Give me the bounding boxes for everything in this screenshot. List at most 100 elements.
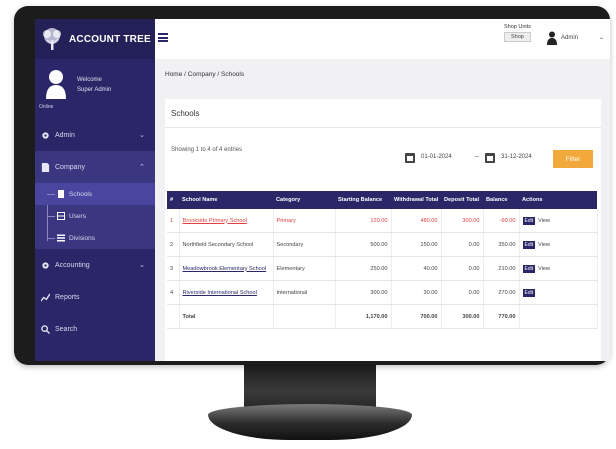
row-balance: 210.00 (483, 256, 520, 281)
sidebar-subitem-schools[interactable]: Schools (35, 183, 155, 205)
edit-button[interactable]: Edit (522, 264, 536, 273)
row-deposit-total: 0.00 (441, 280, 484, 305)
company-submenu: Schools Users Divisions (35, 183, 155, 249)
view-link[interactable]: View (538, 266, 550, 272)
brand-title: ACCOUNT TREE (69, 33, 151, 45)
row-deposit-total: 0.00 (441, 256, 484, 281)
total-label: Total (179, 304, 274, 329)
view-link[interactable]: View (538, 218, 550, 224)
table-row: 3 Meadowbrook Elementary School Elementa… (167, 256, 598, 281)
column-header[interactable]: Category (273, 191, 335, 209)
tree-logo-icon (43, 28, 61, 50)
shop-label: Shop Units (504, 24, 531, 30)
table-row: 1 Brookside Primary School Primary 120.0… (167, 209, 598, 233)
row-deposit-total: 0.00 (441, 232, 484, 257)
brand: ACCOUNT TREE (35, 19, 155, 59)
monitor-stand-neck (244, 365, 376, 407)
sidebar-item-reports[interactable]: Reports (35, 281, 155, 313)
main-content: Home / Company / Schools Schools Showing… (155, 59, 610, 361)
row-withdrawal-total: 30.00 (391, 280, 442, 305)
row-category: International (273, 280, 336, 305)
edit-button[interactable]: Edit (522, 288, 536, 297)
monitor-bezel: ACCOUNT TREE Welcome Super Admin Online … (14, 6, 610, 365)
sidebar-item-accounting[interactable]: Accounting ⌄ (35, 249, 155, 281)
school-link[interactable]: Riverside International School (183, 290, 257, 296)
calendar-icon[interactable] (485, 153, 495, 163)
users-icon (57, 212, 65, 220)
row-category: Elementary (273, 256, 336, 281)
total-withdrawal: 700.00 (391, 304, 442, 329)
gear-icon (42, 131, 49, 139)
chevron-up-icon: ⌃ (139, 164, 145, 171)
chart-icon (41, 293, 50, 302)
row-index: 3 (167, 256, 180, 281)
column-header[interactable]: Actions (519, 191, 597, 209)
table-header-row: # School Name Category Starting Balance … (167, 191, 597, 209)
school-name[interactable]: Northfield Secondary School (183, 242, 254, 248)
schools-card: Schools Showing 1 to 4 of 4 entries 01-0… (165, 99, 601, 361)
column-header[interactable]: Balance (483, 191, 519, 209)
school-link[interactable]: Meadowbrook Elementary School (183, 266, 267, 272)
edit-button[interactable]: Edit (522, 216, 536, 225)
date-to-field[interactable]: 31-12-2024 (501, 154, 532, 160)
school-link[interactable]: Brookside Primary School (183, 218, 247, 224)
column-header[interactable]: # (167, 191, 179, 209)
user-name: Welcome (77, 77, 102, 83)
app-screen: ACCOUNT TREE Welcome Super Admin Online … (35, 19, 610, 361)
sidebar-subitem-divisions[interactable]: Divisions (35, 227, 155, 249)
chevron-down-icon: ⌄ (139, 132, 145, 139)
total-balance: 770.00 (483, 304, 520, 329)
row-withdrawal-total: 40.00 (391, 256, 442, 281)
chevron-down-icon: ⌄ (139, 262, 145, 269)
sidebar-item-label: Search (55, 325, 78, 333)
row-category: Secondary (273, 232, 336, 257)
total-deposit: 300.00 (441, 304, 484, 329)
gear-icon (42, 261, 49, 269)
topbar-user-name[interactable]: Admin (561, 35, 578, 41)
row-index: 1 (167, 209, 180, 233)
filter-button[interactable]: Filter (553, 150, 593, 168)
date-separator: – (475, 153, 479, 160)
column-header[interactable]: Withdrawal Total (391, 191, 441, 209)
breadcrumb: Home / Company / Schools (165, 71, 245, 78)
sidebar-subitem-label: Divisions (69, 234, 96, 242)
column-header[interactable]: School Name (179, 191, 273, 209)
row-withdrawal-total: 480.00 (391, 209, 442, 233)
row-deposit-total: 300.00 (441, 209, 484, 233)
row-balance: 270.00 (483, 280, 520, 305)
row-index: 4 (167, 280, 180, 305)
user-status: Online (39, 104, 54, 110)
sidebar-item-label: Admin (55, 131, 75, 139)
monitor-stand-base (208, 404, 412, 440)
column-header[interactable]: Starting Balance (335, 191, 391, 209)
sidebar-subitem-label: Users (69, 212, 86, 220)
view-link[interactable]: View (538, 242, 550, 248)
total-spacer (167, 304, 180, 329)
user-icon[interactable] (547, 31, 557, 45)
sidebar-item-search[interactable]: Search (35, 313, 155, 345)
user-panel: Welcome Super Admin Online (35, 59, 155, 119)
sidebar-item-label: Company (55, 163, 85, 171)
user-avatar-icon (46, 70, 66, 99)
row-balance: -60.00 (483, 209, 520, 233)
sidebar-item-admin[interactable]: Admin ⌄ (35, 119, 155, 151)
row-category: Primary (273, 209, 336, 233)
list-icon (57, 234, 65, 242)
date-from-field[interactable]: 01-01-2024 (421, 154, 452, 160)
total-spacer (273, 304, 336, 329)
file-icon (41, 162, 50, 172)
showing-entries: Showing 1 to 4 of 4 entries (171, 147, 243, 153)
shop-button[interactable]: Shop (504, 32, 531, 42)
sidebar-item-label: Accounting (55, 261, 90, 269)
table-total-row: Total 1,170.00 700.00 300.00 770.00 (167, 304, 598, 329)
hamburger-menu-icon[interactable] (158, 33, 168, 42)
column-header[interactable]: Deposit Total (441, 191, 483, 209)
sidebar: ACCOUNT TREE Welcome Super Admin Online … (35, 19, 155, 361)
card-title: Schools (171, 109, 200, 118)
calendar-icon[interactable] (405, 153, 415, 163)
sidebar-subitem-users[interactable]: Users (35, 205, 155, 227)
sidebar-item-company[interactable]: Company ⌃ (35, 151, 155, 183)
shop-units: Shop Units Shop (504, 24, 531, 42)
edit-button[interactable]: Edit (522, 240, 536, 249)
chevron-down-icon[interactable]: ⌄ (599, 34, 604, 41)
